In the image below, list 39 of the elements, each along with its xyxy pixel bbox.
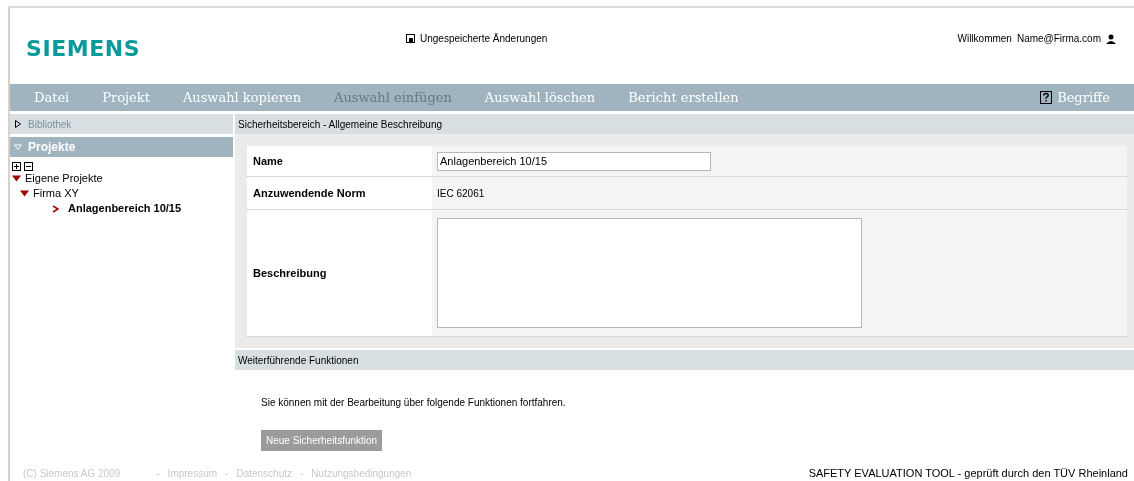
separator-text: - (225, 466, 229, 481)
new-function-button[interactable]: Neue Sicherheitsfunktion (261, 430, 383, 451)
tree-item[interactable]: Anlagenbereich 10/15 (68, 200, 182, 217)
expand-all-icon[interactable] (12, 162, 21, 171)
collapse-all-icon[interactable] (24, 162, 33, 171)
tagline-text: SAFETY EVALUATION TOOL - geprüft durch den TÜV Rheinland (808, 465, 1128, 481)
field-label: Anzuwendende Norm (247, 177, 432, 209)
menu-item[interactable]: Bericht erstellen (628, 87, 739, 108)
company-logo: SIEMENS (26, 34, 141, 63)
separator-text: - (300, 466, 304, 481)
menu-item[interactable]: Auswahl kopieren (182, 87, 301, 108)
user-icon (1106, 33, 1116, 44)
unsaved-notice: Ungespeicherte Änderungen (420, 32, 548, 46)
menu-item[interactable]: Auswahl löschen (484, 87, 596, 108)
pointer-icon (50, 203, 60, 214)
norm-value: IEC 62061 (437, 186, 485, 201)
triangle-down-icon (14, 143, 22, 151)
description-field[interactable] (437, 218, 862, 328)
user-email: Name@Firma.com (1016, 32, 1101, 46)
section-header: Sicherheitsbereich - Allgemeine Beschreibung (235, 114, 1134, 134)
save-icon (406, 34, 415, 43)
info-text: Sie können mit der Bearbeitung über folgende Funktionen fortfahren. (261, 396, 567, 410)
field-label: Name (247, 146, 432, 176)
menu-item[interactable]: Projekt (102, 87, 150, 108)
triangle-right-icon (14, 120, 22, 128)
triangle-down-icon[interactable] (12, 175, 21, 182)
help-link[interactable]: Begriffe (1057, 87, 1110, 108)
separator-text: - (156, 466, 160, 481)
field-label: Beschreibung (247, 210, 432, 336)
help-icon (1040, 91, 1053, 104)
welcome-text: Willkommen (957, 32, 1012, 46)
tree-item[interactable]: Firma XY (33, 185, 79, 202)
name-field[interactable]: Anlagenbereich 10/15 (437, 151, 711, 171)
sidebar-section[interactable]: Projekte (10, 137, 233, 157)
section-header: Weiterführende Funktionen (235, 350, 1134, 370)
tree-item[interactable]: Eigene Projekte (25, 170, 103, 187)
triangle-down-icon[interactable] (20, 190, 29, 197)
menu-item[interactable]: Datei (34, 87, 70, 108)
sidebar-section[interactable]: Bibliothek (10, 114, 233, 134)
